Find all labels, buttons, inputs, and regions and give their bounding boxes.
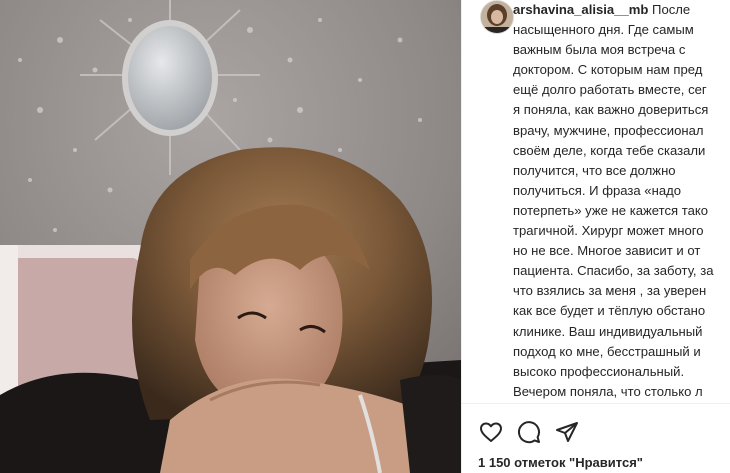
- caption-first-line: После: [652, 2, 691, 17]
- caption-line: пациента. Спасибо, за заботу, за: [513, 263, 714, 279]
- caption-line: клинике. Ваш индивидуальный: [513, 323, 703, 339]
- action-bar: [478, 417, 580, 447]
- caption-line: но не все. Многое зависит и от: [513, 243, 701, 259]
- caption-line: я поняла, как важно довериться: [513, 102, 709, 118]
- avatar-image: [481, 1, 513, 33]
- post-caption-area: arshavina_alisia__mb После насыщенного д…: [462, 0, 730, 402]
- caption-body: насыщенного дня. Где самым важным была м…: [513, 22, 714, 399]
- caption-line: Вечером поняла, что столько л: [513, 383, 703, 399]
- comment-button[interactable]: [516, 419, 542, 445]
- avatar[interactable]: [480, 0, 514, 34]
- caption-line: своём деле, когда тебе сказали: [513, 142, 706, 158]
- heart-icon: [480, 422, 502, 442]
- paper-plane-icon: [556, 422, 578, 442]
- photo-image: [0, 0, 461, 473]
- caption-line: высоко профессиональный.: [513, 363, 685, 379]
- caption-line: получиться. И фраза «надо: [513, 182, 682, 198]
- caption-line: подход ко мне, бесстрашный и: [513, 343, 701, 359]
- caption-line: трагичной. Хирург может много: [513, 223, 704, 239]
- caption-line: врачу, мужчине, профессионал: [513, 122, 704, 138]
- username-link[interactable]: arshavina_alisia__mb: [513, 2, 648, 17]
- post-caption: arshavina_alisia__mb После насыщенного д…: [513, 0, 730, 402]
- caption-line: важным была моя встреча с: [513, 42, 686, 58]
- caption-line: как все будет и тёплую обстано: [513, 303, 706, 319]
- post-photo[interactable]: [0, 0, 461, 473]
- caption-line: насыщенного дня. Где самым: [513, 22, 694, 38]
- share-button[interactable]: [554, 419, 580, 445]
- like-button[interactable]: [478, 419, 504, 445]
- post-side-panel: arshavina_alisia__mb После насыщенного д…: [461, 0, 730, 473]
- caption-line: что взялись за меня , за уверен: [513, 283, 707, 299]
- caption-line: доктором. С которым нам пред: [513, 62, 703, 78]
- likes-count[interactable]: 1 150 отметок "Нравится": [478, 455, 643, 470]
- divider: [462, 403, 730, 404]
- caption-line: получится, что все должно: [513, 162, 676, 178]
- comment-icon: [518, 421, 540, 444]
- caption-line: потерпеть» уже не кажется тако: [513, 202, 709, 218]
- caption-line: ещё долго работать вместе, сег: [513, 82, 707, 98]
